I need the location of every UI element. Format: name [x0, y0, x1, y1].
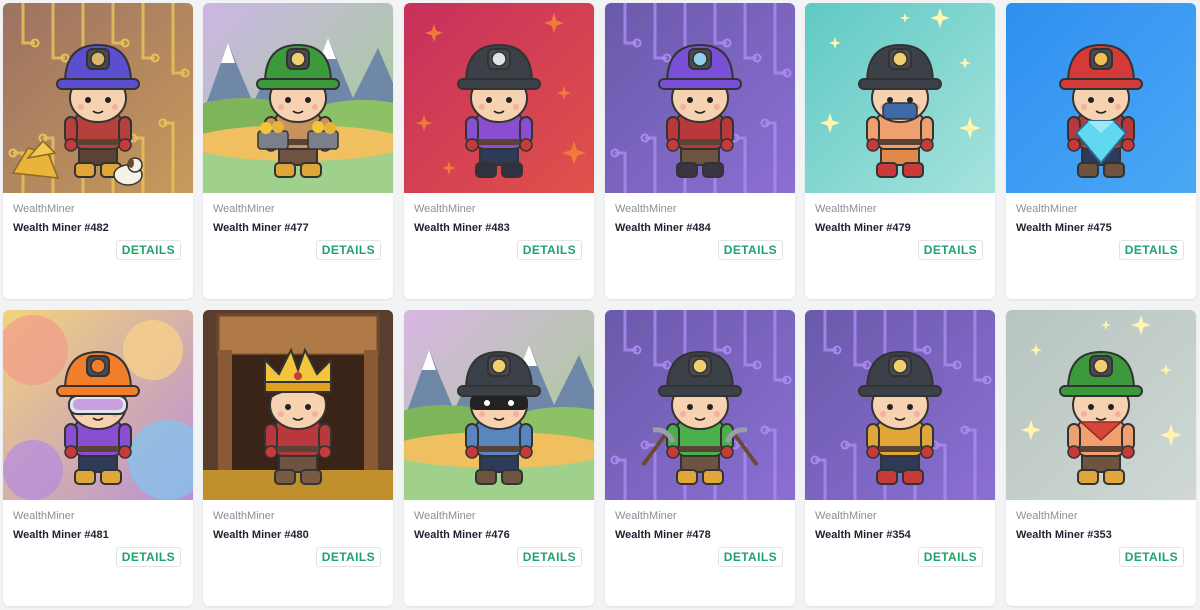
nft-image[interactable]	[203, 310, 393, 500]
nft-title: Wealth Miner #475	[1016, 222, 1112, 234]
nft-image[interactable]	[3, 310, 193, 500]
details-button[interactable]: DETAILS	[917, 547, 983, 567]
nft-card[interactable]: WealthMiner Wealth Miner #483 DETAILS	[404, 3, 594, 299]
details-button[interactable]: DETAILS	[1118, 547, 1184, 567]
details-button[interactable]: DETAILS	[516, 240, 582, 260]
nft-card[interactable]: WealthMiner Wealth Miner #482 DETAILS	[3, 3, 193, 299]
collection-name: WealthMiner	[13, 203, 75, 215]
nft-image[interactable]	[805, 3, 995, 193]
details-button[interactable]: DETAILS	[1118, 240, 1184, 260]
nft-card[interactable]: WealthMiner Wealth Miner #476 DETAILS	[404, 310, 594, 606]
nft-image[interactable]	[203, 3, 393, 193]
nft-card[interactable]: WealthMiner Wealth Miner #477 DETAILS	[203, 3, 393, 299]
nft-image[interactable]	[605, 310, 795, 500]
details-button[interactable]: DETAILS	[315, 240, 381, 260]
nft-title: Wealth Miner #353	[1016, 529, 1112, 541]
nft-title: Wealth Miner #354	[815, 529, 911, 541]
details-button[interactable]: DETAILS	[516, 547, 582, 567]
nft-card[interactable]: WealthMiner Wealth Miner #353 DETAILS	[1006, 310, 1196, 606]
nft-title: Wealth Miner #483	[414, 222, 510, 234]
collection-name: WealthMiner	[815, 510, 877, 522]
nft-title: Wealth Miner #481	[13, 529, 109, 541]
nft-title: Wealth Miner #478	[615, 529, 711, 541]
collection-name: WealthMiner	[1016, 510, 1078, 522]
details-button[interactable]: DETAILS	[115, 547, 181, 567]
collection-name: WealthMiner	[414, 510, 476, 522]
nft-image[interactable]	[3, 3, 193, 193]
nft-card[interactable]: WealthMiner Wealth Miner #480 DETAILS	[203, 310, 393, 606]
nft-title: Wealth Miner #477	[213, 222, 309, 234]
nft-card[interactable]: WealthMiner Wealth Miner #475 DETAILS	[1006, 3, 1196, 299]
nft-image[interactable]	[404, 3, 594, 193]
nft-image[interactable]	[1006, 310, 1196, 500]
nft-card[interactable]: WealthMiner Wealth Miner #484 DETAILS	[605, 3, 795, 299]
nft-image[interactable]	[805, 310, 995, 500]
collection-name: WealthMiner	[13, 510, 75, 522]
nft-title: Wealth Miner #479	[815, 222, 911, 234]
nft-card[interactable]: WealthMiner Wealth Miner #481 DETAILS	[3, 310, 193, 606]
collection-name: WealthMiner	[615, 510, 677, 522]
collection-name: WealthMiner	[615, 203, 677, 215]
nft-title: Wealth Miner #484	[615, 222, 711, 234]
nft-card[interactable]: WealthMiner Wealth Miner #478 DETAILS	[605, 310, 795, 606]
nft-image[interactable]	[1006, 3, 1196, 193]
nft-image[interactable]	[404, 310, 594, 500]
nft-title: Wealth Miner #482	[13, 222, 109, 234]
details-button[interactable]: DETAILS	[717, 547, 783, 567]
collection-name: WealthMiner	[1016, 203, 1078, 215]
nft-image[interactable]	[605, 3, 795, 193]
details-button[interactable]: DETAILS	[315, 547, 381, 567]
collection-name: WealthMiner	[815, 203, 877, 215]
collection-name: WealthMiner	[213, 203, 275, 215]
details-button[interactable]: DETAILS	[717, 240, 783, 260]
nft-card[interactable]: WealthMiner Wealth Miner #479 DETAILS	[805, 3, 995, 299]
nft-card[interactable]: WealthMiner Wealth Miner #354 DETAILS	[805, 310, 995, 606]
nft-title: Wealth Miner #476	[414, 529, 510, 541]
details-button[interactable]: DETAILS	[917, 240, 983, 260]
collection-name: WealthMiner	[213, 510, 275, 522]
nft-title: Wealth Miner #480	[213, 529, 309, 541]
details-button[interactable]: DETAILS	[115, 240, 181, 260]
nft-grid: WealthMiner Wealth Miner #482 DETAILS Weal…	[0, 0, 1200, 610]
collection-name: WealthMiner	[414, 203, 476, 215]
